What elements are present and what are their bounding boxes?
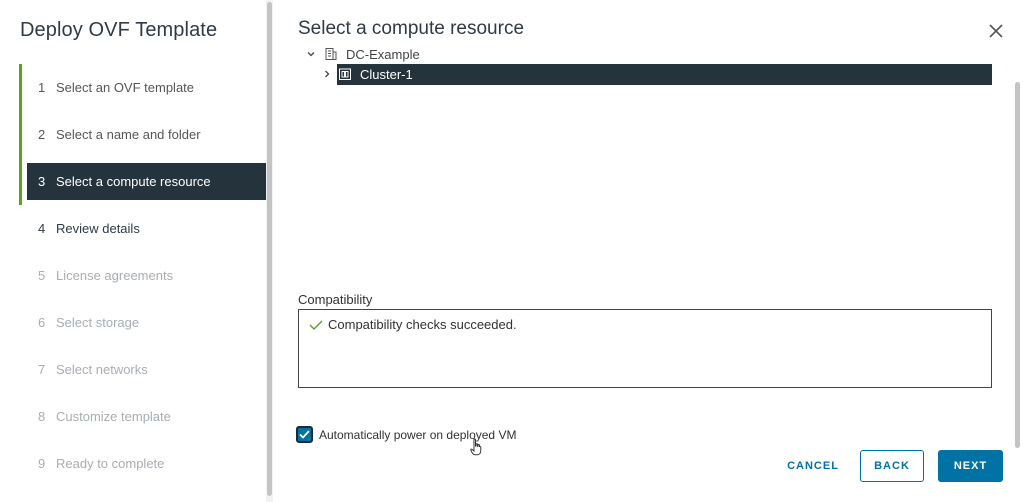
step-number: 7 — [38, 362, 46, 377]
step-label: Select a name and folder — [56, 127, 201, 142]
next-button[interactable]: NEXT — [938, 450, 1003, 482]
step-select-ovf-template[interactable]: 1 Select an OVF template — [19, 64, 266, 111]
step-number: 2 — [38, 127, 46, 142]
step-number: 3 — [38, 174, 46, 189]
tree-node-cluster[interactable]: Cluster-1 — [304, 64, 992, 85]
selection-highlight — [337, 64, 992, 85]
step-number: 9 — [38, 456, 46, 471]
datacenter-icon — [324, 47, 338, 61]
tree-node-datacenter[interactable]: DC-Example — [304, 44, 992, 64]
step-customize-template: 8 Customize template — [19, 393, 266, 440]
step-number: 8 — [38, 409, 46, 424]
step-license-agreements: 5 License agreements — [19, 252, 266, 299]
step-label: Customize template — [56, 409, 171, 424]
power-on-option[interactable]: Automatically power on deployed VM — [296, 426, 516, 443]
step-select-name-folder[interactable]: 2 Select a name and folder — [19, 111, 266, 158]
step-select-compute-resource[interactable]: 3 Select a compute resource — [19, 158, 266, 205]
wizard-sidebar: Deploy OVF Template 1 Select an OVF temp… — [0, 0, 266, 502]
close-button[interactable] — [987, 22, 1005, 40]
back-button[interactable]: BACK — [860, 450, 924, 482]
main-scrollbar[interactable] — [1013, 42, 1021, 452]
close-icon — [989, 24, 1003, 38]
cluster-icon — [338, 67, 352, 81]
step-number: 4 — [38, 221, 46, 236]
wizard-title: Deploy OVF Template — [20, 19, 218, 41]
step-label: Select an OVF template — [56, 80, 195, 95]
compatibility-panel: Compatibility checks succeeded. — [298, 309, 992, 388]
step-label: Select storage — [56, 315, 140, 330]
compatibility-message: Compatibility checks succeeded. — [308, 317, 517, 332]
cancel-button[interactable]: CANCEL — [775, 450, 851, 482]
step-label: Select a compute resource — [56, 174, 211, 189]
step-number: 5 — [38, 268, 46, 283]
step-ready-to-complete: 9 Ready to complete — [19, 440, 266, 487]
step-number: 1 — [38, 80, 46, 95]
tree-node-label: Cluster-1 — [360, 66, 413, 82]
sidebar-scrollbar[interactable] — [266, 0, 273, 502]
wizard-steps: 1 Select an OVF template 2 Select a name… — [19, 64, 266, 487]
main-panel: Select a compute resource DC-Example Clu… — [276, 0, 1023, 502]
step-review-details[interactable]: 4 Review details — [19, 205, 266, 252]
checkbox-check-icon — [299, 430, 310, 439]
chevron-right-icon[interactable] — [320, 67, 334, 81]
step-label: Select networks — [56, 362, 148, 377]
step-select-networks: 7 Select networks — [19, 346, 266, 393]
step-select-storage: 6 Select storage — [19, 299, 266, 346]
step-label: Ready to complete — [56, 456, 165, 471]
compatibility-message-text: Compatibility checks succeeded. — [328, 317, 517, 332]
main-scrollbar-thumb[interactable] — [1015, 82, 1020, 448]
step-number: 6 — [38, 315, 46, 330]
compute-resource-tree: DC-Example Cluster-1 — [304, 44, 992, 85]
hand-pointer-icon — [470, 438, 482, 456]
page-title: Select a compute resource — [298, 18, 525, 39]
step-label: License agreements — [56, 268, 174, 283]
power-on-checkbox[interactable] — [296, 426, 313, 443]
power-on-label: Automatically power on deployed VM — [319, 427, 517, 442]
compatibility-label: Compatibility — [298, 292, 373, 307]
sidebar-scrollbar-thumb[interactable] — [267, 2, 272, 496]
step-label: Review details — [56, 221, 140, 236]
chevron-down-icon[interactable] — [304, 47, 318, 61]
tree-node-label: DC-Example — [346, 46, 420, 62]
checkmark-icon — [309, 320, 323, 330]
